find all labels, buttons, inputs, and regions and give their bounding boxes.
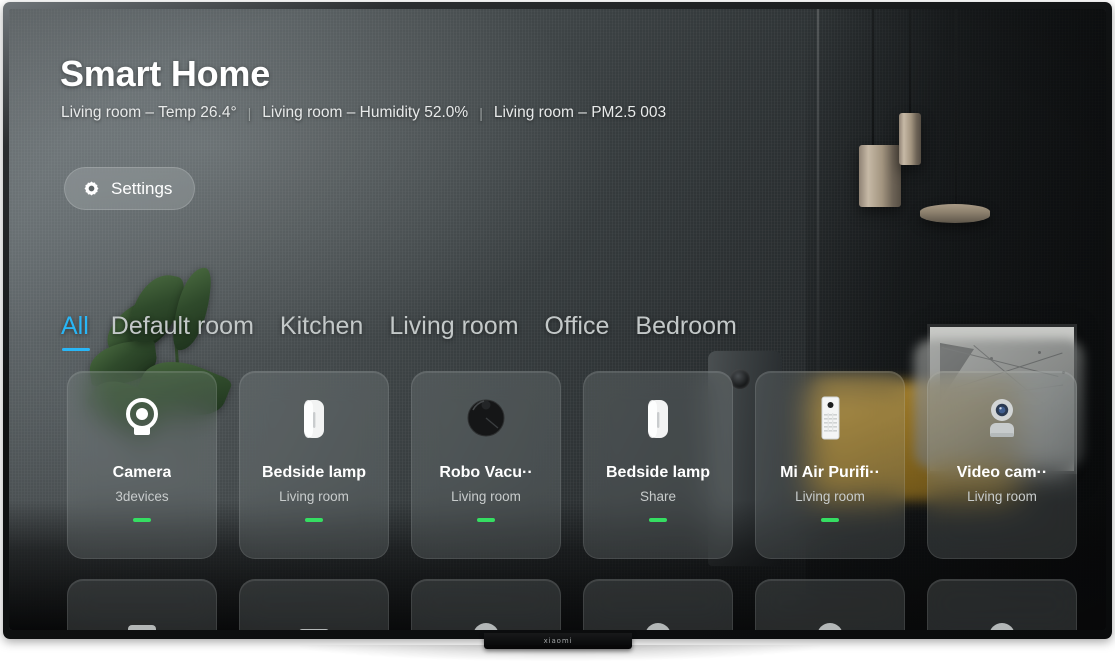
device-icon-partial	[817, 623, 843, 630]
lamp-icon	[648, 400, 668, 438]
room-tab-bar: All Default room Kitchen Living room Office B…	[61, 312, 763, 351]
gear-icon	[82, 179, 101, 198]
status-separator: |	[479, 105, 483, 121]
device-card-partial[interactable]	[583, 579, 733, 630]
brand-logo: xiaomi	[543, 637, 573, 645]
tv-device: Smart Home Living room – Temp 26.4° | Li…	[0, 0, 1115, 667]
page-title: Smart Home	[60, 53, 271, 94]
device-status-indicator	[133, 517, 151, 522]
tab-label: Kitchen	[279, 312, 364, 340]
device-status-indicator	[477, 517, 495, 522]
device-card[interactable]: Video cam·· Living room	[927, 371, 1077, 559]
device-title: Robo Vacu··	[439, 464, 533, 481]
device-card[interactable]: Bedside lamp Share	[583, 371, 733, 559]
device-icon-wrap	[412, 372, 560, 464]
device-subtitle: Share	[639, 488, 677, 504]
device-status-indicator	[993, 518, 1011, 522]
tab-kitchen[interactable]: Kitchen	[280, 312, 389, 341]
device-card-partial[interactable]	[67, 579, 217, 630]
device-card-grid-row2	[67, 579, 1077, 630]
robot-vacuum-icon	[467, 399, 505, 437]
tab-living-room[interactable]: Living room	[389, 312, 544, 341]
tab-label: Office	[544, 312, 610, 340]
tv-stand-shadow	[300, 645, 820, 661]
device-status-indicator	[305, 517, 323, 522]
tab-label: Living room	[389, 312, 519, 340]
device-card-partial[interactable]	[411, 579, 561, 630]
device-title: Video cam··	[956, 464, 1048, 481]
device-title: Camera	[112, 464, 172, 481]
air-purifier-icon	[821, 396, 840, 440]
status-pm25: Living room – PM2.5 003	[493, 104, 667, 121]
device-title: Mi Air Purifi··	[780, 464, 880, 481]
webcam-icon	[126, 398, 158, 435]
tv-screen: Smart Home Living room – Temp 26.4° | Li…	[9, 9, 1106, 630]
status-humidity: Living room – Humidity 52.0%	[262, 104, 469, 121]
device-subtitle: Living room	[795, 488, 865, 504]
status-separator: |	[247, 105, 252, 121]
tv-bezel: Smart Home Living room – Temp 26.4° | Li…	[3, 2, 1112, 639]
device-subtitle: Living room	[451, 488, 521, 504]
device-icon-wrap	[240, 372, 388, 464]
security-camera-icon	[990, 399, 1014, 437]
device-icon-partial	[473, 623, 499, 630]
device-title: Bedside lamp	[261, 464, 367, 481]
settings-button-label: Settings	[111, 178, 173, 198]
tab-bedroom[interactable]: Bedroom	[635, 312, 762, 341]
device-icon-partial	[989, 623, 1015, 630]
tab-all[interactable]: All	[61, 312, 111, 351]
device-icon-wrap	[756, 372, 904, 464]
tab-office[interactable]: Office	[545, 312, 636, 341]
device-icon-wrap	[68, 372, 216, 464]
device-card-partial[interactable]	[755, 579, 905, 630]
tab-active-underline	[62, 348, 90, 351]
device-icon-partial	[128, 625, 156, 630]
status-temperature: Living room – Temp 26.4°	[61, 104, 237, 121]
device-subtitle: Living room	[967, 488, 1037, 504]
device-card[interactable]: Mi Air Purifi·· Living room	[755, 371, 905, 559]
tab-label: All	[61, 312, 89, 340]
device-icon-partial	[299, 629, 329, 630]
device-status-indicator	[649, 517, 667, 522]
device-card[interactable]: Camera 3devices	[67, 371, 217, 559]
device-title: Bedside lamp	[605, 464, 711, 481]
device-icon-partial	[645, 623, 671, 630]
tab-label: Default room	[110, 312, 254, 340]
tab-default-room[interactable]: Default room	[111, 312, 280, 341]
smart-home-ui: Smart Home Living room – Temp 26.4° | Li…	[9, 9, 1106, 630]
device-subtitle: 3devices	[115, 488, 169, 504]
device-icon-wrap	[584, 372, 732, 464]
device-subtitle: Living room	[279, 488, 349, 504]
device-icon-wrap	[928, 372, 1076, 464]
lamp-icon	[304, 400, 324, 438]
status-strip: Living room – Temp 26.4° | Living room –…	[61, 104, 666, 122]
device-card-partial[interactable]	[239, 579, 389, 630]
device-card[interactable]: Bedside lamp Living room	[239, 371, 389, 559]
device-card[interactable]: Robo Vacu·· Living room	[411, 371, 561, 559]
device-status-indicator	[821, 517, 839, 522]
tab-label: Bedroom	[635, 312, 737, 340]
settings-button[interactable]: Settings	[64, 167, 196, 210]
device-card-grid: Camera 3devices Bedside lamp Living room Rob…	[67, 371, 1077, 559]
device-card-partial[interactable]	[927, 579, 1077, 630]
